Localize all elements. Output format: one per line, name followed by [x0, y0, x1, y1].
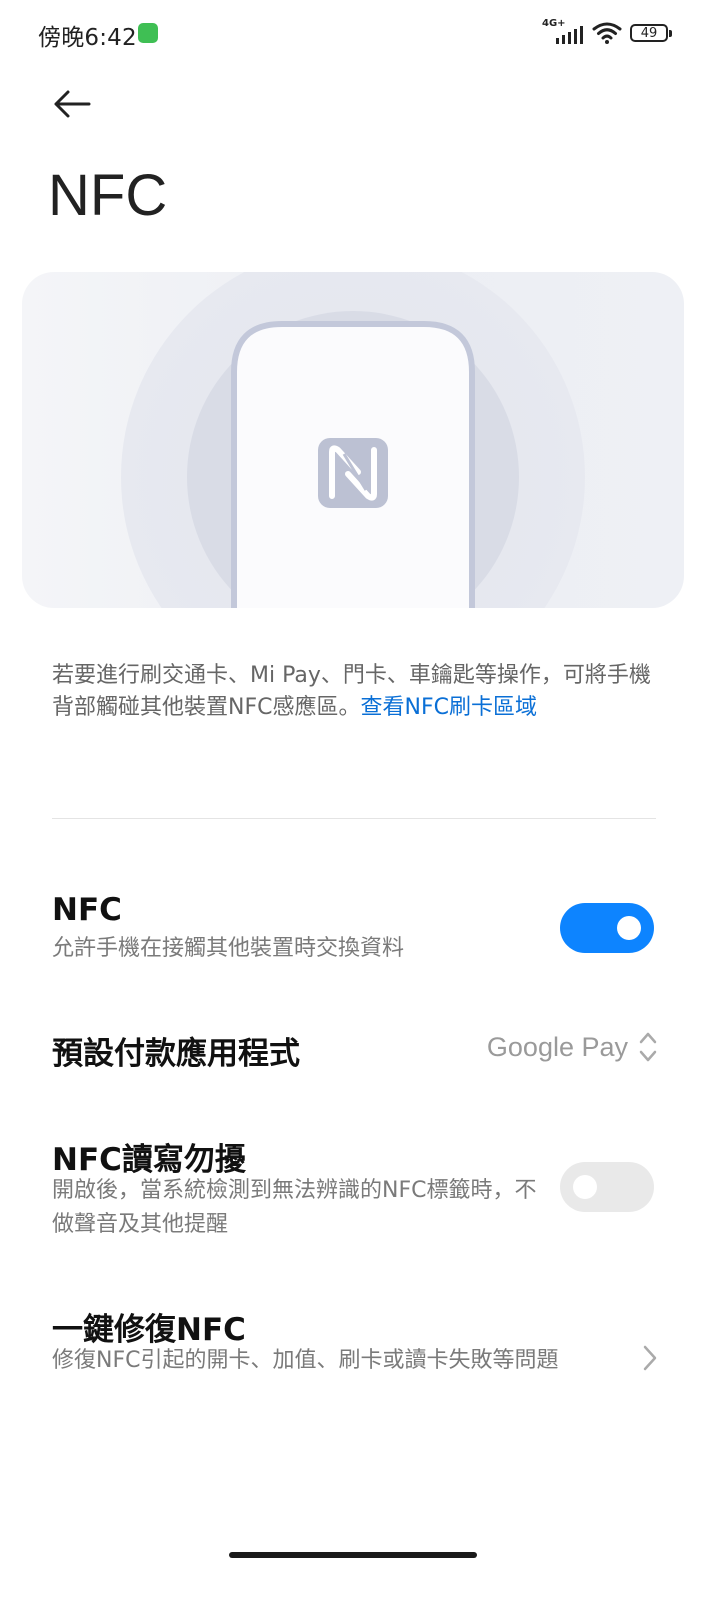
- nfc-setting-subtitle: 允許手機在接觸其他裝置時交換資料: [52, 936, 405, 961]
- status-time: 傍晚6:42: [38, 25, 137, 51]
- view-nfc-area-link[interactable]: 查看NFC刷卡區域: [360, 695, 536, 720]
- nfc-toggle[interactable]: [560, 903, 654, 953]
- payment-app-value: Google Pay: [486, 1031, 628, 1062]
- back-button[interactable]: [46, 80, 98, 128]
- nfc-illustration: [22, 272, 684, 608]
- home-indicator[interactable]: [229, 1552, 477, 1558]
- toggle-knob: [573, 1175, 597, 1199]
- one-click-repair-subtitle: 修復NFC引起的開卡、加值、刷卡或讀卡失敗等問題: [52, 1348, 559, 1373]
- status-icons: 4G+ 49: [540, 18, 672, 48]
- divider: [52, 818, 656, 819]
- chevron-right-icon[interactable]: [642, 1344, 658, 1372]
- page-title: NFC: [48, 163, 168, 228]
- default-payment-row[interactable]: 預設付款應用程式 Google Pay: [0, 1010, 720, 1090]
- battery-icon: 49: [630, 24, 672, 42]
- nfc-n-icon: [318, 438, 388, 508]
- app-notification-icon: [138, 23, 158, 43]
- wifi-icon: [592, 22, 622, 44]
- nfc-setting-row[interactable]: NFC 允許手機在接觸其他裝置時交換資料: [0, 880, 720, 990]
- signal-icon: 4G+: [540, 18, 584, 48]
- battery-level: 49: [640, 25, 658, 41]
- nfc-dnd-toggle[interactable]: [560, 1162, 654, 1212]
- one-click-repair-title: 一鍵修復NFC: [52, 1312, 246, 1348]
- nfc-dnd-row[interactable]: NFC讀寫勿擾 開啟後，當系統檢測到無法辨識的NFC標籤時，不做聲音及其他提醒: [0, 1120, 720, 1260]
- chevron-up-down-icon: [639, 1032, 657, 1062]
- one-click-repair-row[interactable]: 一鍵修復NFC 修復NFC引起的開卡、加值、刷卡或讀卡失敗等問題: [0, 1290, 720, 1430]
- status-bar: 傍晚6:42 4G+ 49: [0, 0, 720, 66]
- nfc-description: 若要進行刷交通卡、Mi Pay、門卡、車鑰匙等操作，可將手機背部觸碰其他裝置NF…: [52, 660, 662, 724]
- default-payment-title: 預設付款應用程式: [52, 1036, 300, 1072]
- toggle-knob: [617, 916, 641, 940]
- nfc-dnd-subtitle: 開啟後，當系統檢測到無法辨識的NFC標籤時，不做聲音及其他提醒: [52, 1178, 537, 1237]
- arrow-left-icon: [54, 90, 91, 118]
- payment-app-select[interactable]: Google Pay: [487, 1030, 658, 1064]
- nfc-dnd-title: NFC讀寫勿擾: [52, 1142, 246, 1178]
- description-text: 若要進行刷交通卡、Mi Pay、門卡、車鑰匙等操作，可將手機背部觸碰其他裝置NF…: [52, 663, 651, 720]
- nfc-setting-title: NFC: [52, 892, 122, 928]
